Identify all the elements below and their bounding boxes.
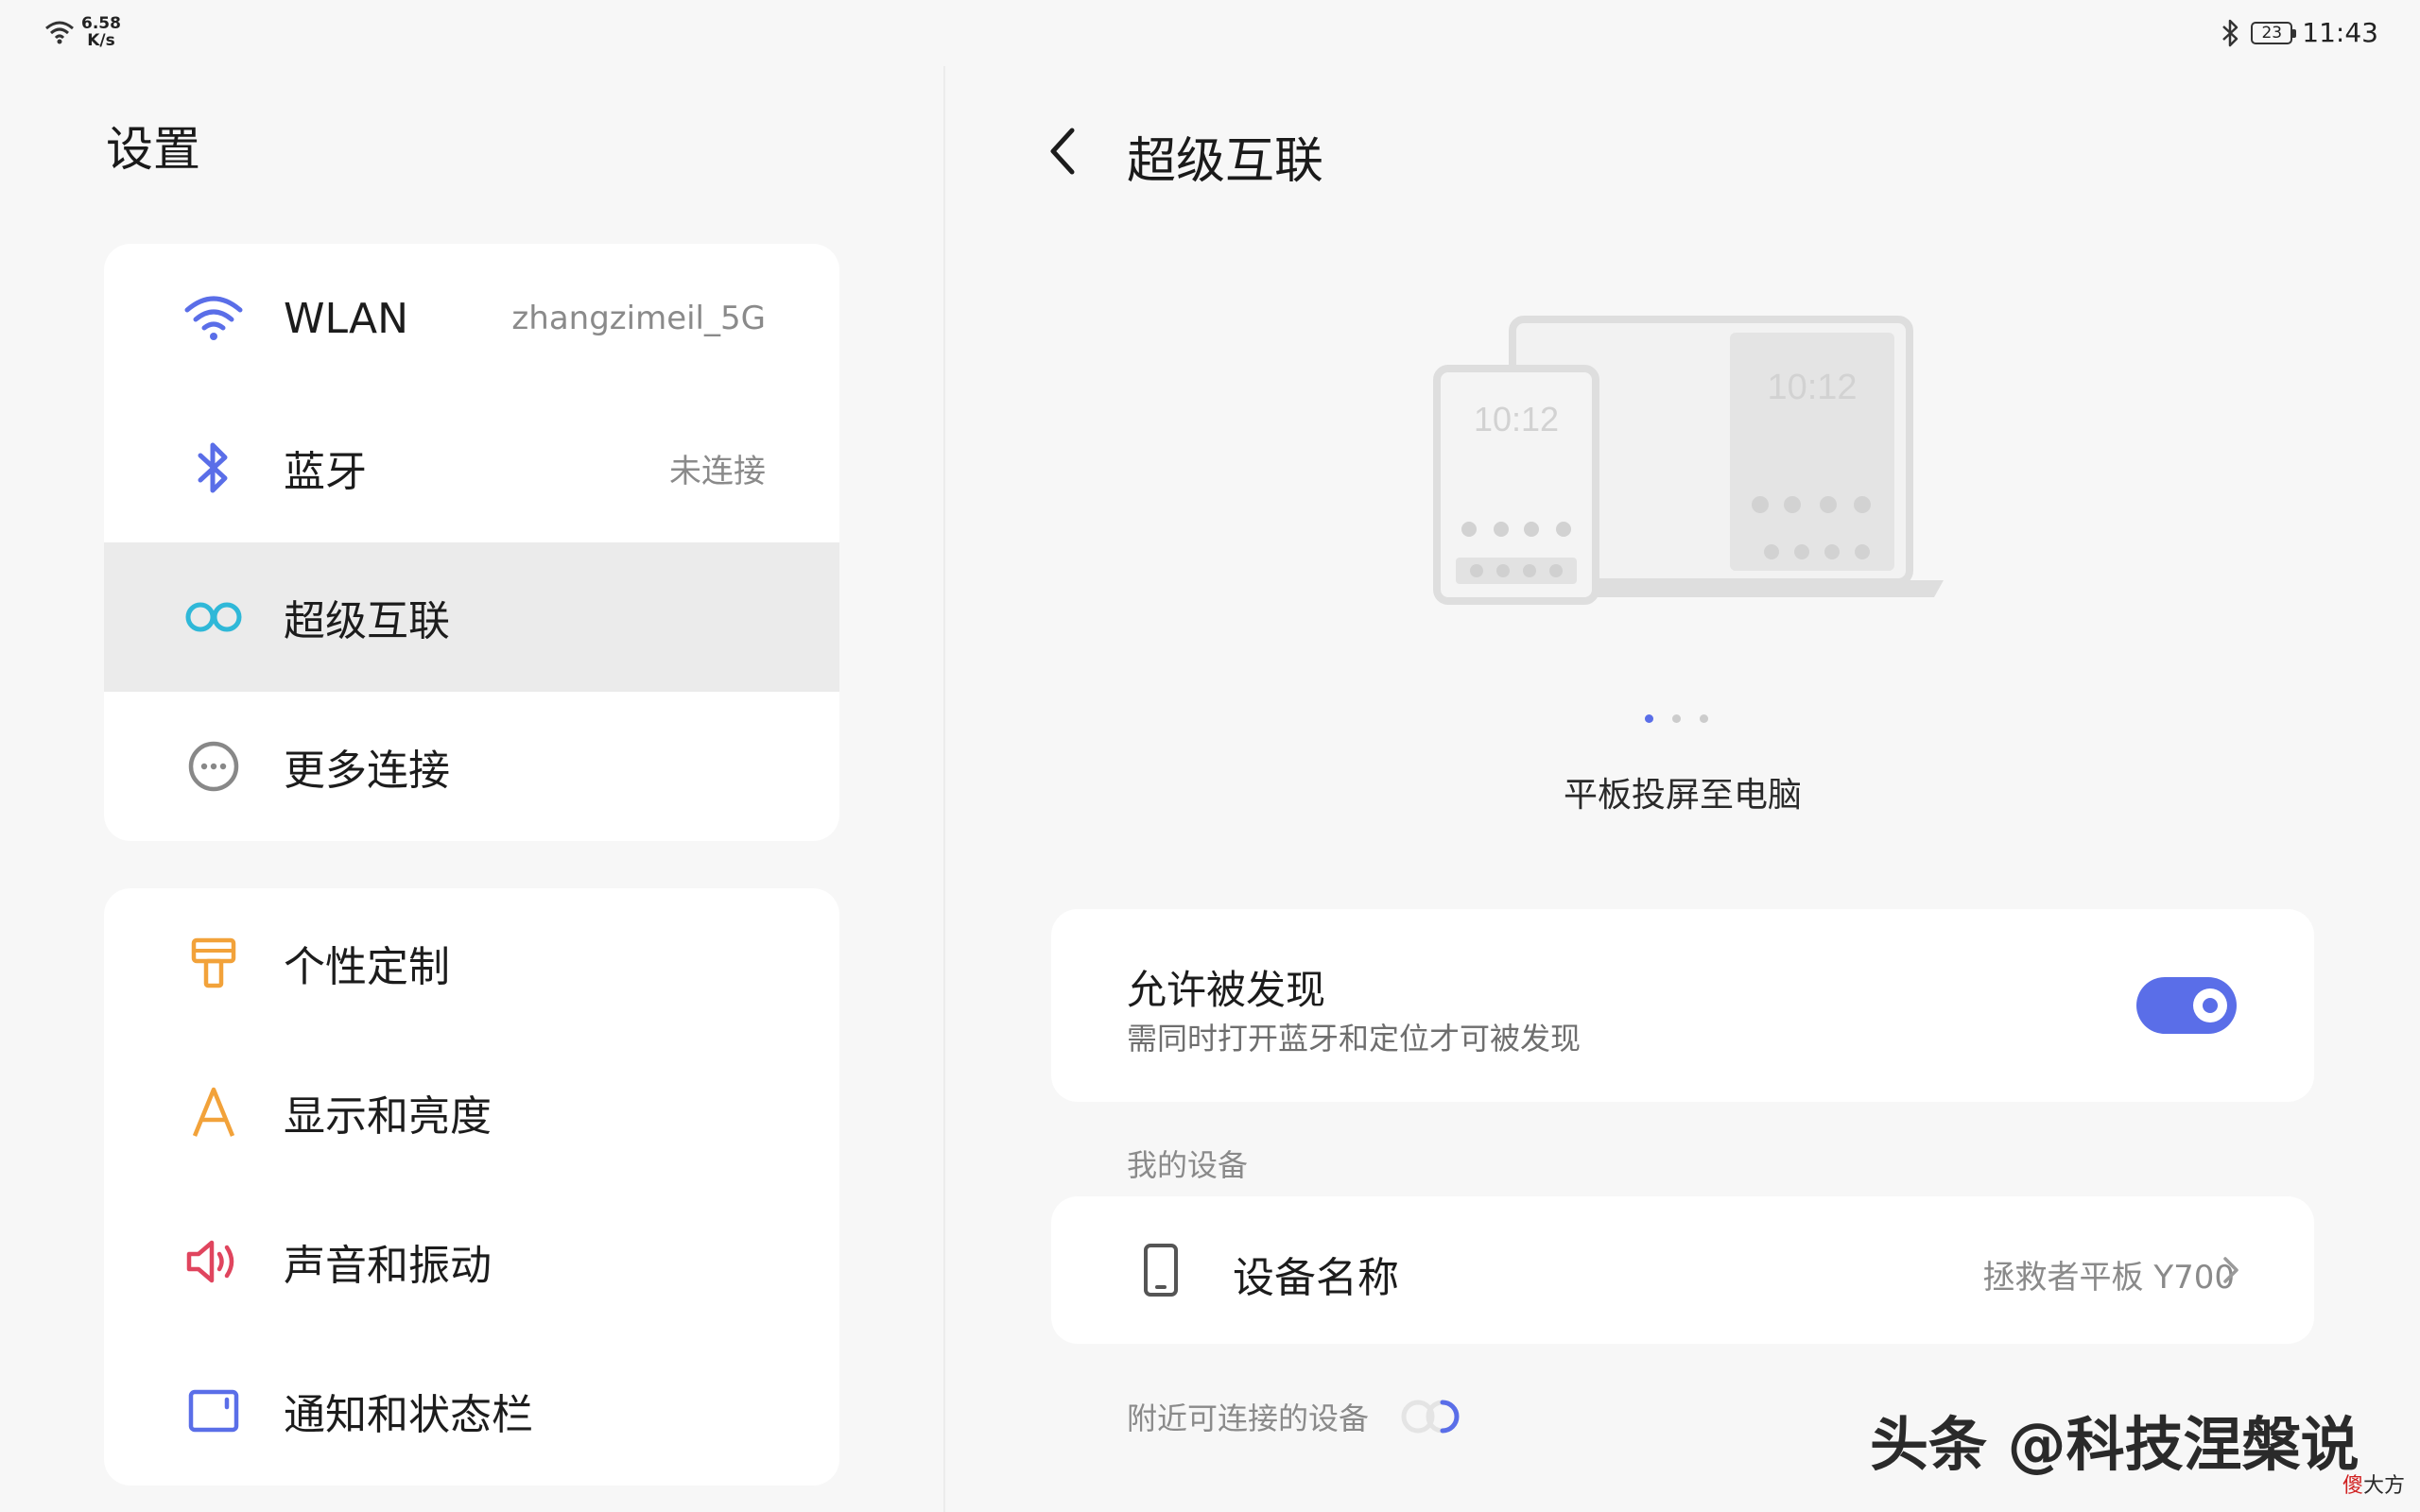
status-clock: 11:43 (2302, 17, 2378, 48)
nearby-devices-header: 附近可连接的设备 (1127, 1395, 1463, 1438)
pane-divider (943, 66, 945, 1512)
settings-item-bluetooth[interactable]: 蓝牙 未连接 (104, 393, 839, 542)
settings-item-label: 蓝牙 (284, 448, 367, 496)
my-devices-header: 我的设备 (1127, 1147, 1249, 1183)
tablet-icon (1144, 1244, 1178, 1297)
settings-item-sound[interactable]: 声音和振动 (104, 1187, 839, 1336)
status-bar-left: 6.58 K/s (43, 15, 121, 49)
link-loop-icon (183, 587, 244, 647)
net-speed-value: 6.58 (81, 14, 121, 33)
discoverable-card: 允许被发现 需同时打开蓝牙和定位才可被发现 (1051, 909, 2314, 1102)
wifi-status-icon (45, 21, 74, 44)
connectivity-card: WLAN zhangzimeil_5G 蓝牙 未连接 超级互联 更多连接 (104, 244, 839, 841)
watermark-text: 头条 @科技涅槃说 (1870, 1410, 2360, 1479)
speaker-icon (183, 1231, 244, 1292)
discoverable-subtitle: 需同时打开蓝牙和定位才可被发现 (1127, 1021, 1582, 1057)
loading-spinner-icon (1401, 1400, 1460, 1434)
settings-item-label: 更多连接 (284, 747, 450, 795)
personalization-card: 个性定制 显示和亮度 声音和振动 通知和状态栏 (104, 888, 839, 1486)
device-name-row[interactable]: 设备名称 拯救者平板 Y700 (1051, 1196, 2314, 1344)
settings-item-label: 显示和亮度 (284, 1092, 492, 1141)
net-speed: 6.58 K/s (81, 15, 121, 49)
watermark-small-rest: 大方 (2362, 1474, 2405, 1498)
more-dots-icon (183, 736, 244, 797)
device-name-label: 设备名称 (1233, 1254, 1399, 1302)
wlan-network-name: zhangzimeil_5G (511, 300, 766, 337)
settings-item-notifications[interactable]: 通知和状态栏 (104, 1336, 839, 1486)
wifi-icon (183, 288, 244, 349)
carousel-indicator[interactable] (1645, 714, 1708, 723)
settings-item-label: 超级互联 (284, 597, 450, 645)
net-speed-unit: K/s (87, 31, 115, 50)
nearby-devices-label: 附近可连接的设备 (1127, 1400, 1370, 1436)
chevron-right-icon (2223, 1257, 2238, 1283)
carousel-dot[interactable] (1700, 714, 1708, 723)
notification-icon (183, 1381, 244, 1441)
settings-item-super-link[interactable]: 超级互联 (104, 542, 839, 692)
discoverable-title: 允许被发现 (1127, 967, 1326, 1013)
carousel-dot-active[interactable] (1645, 714, 1653, 723)
illustration-clock-b: 10:12 (1767, 368, 1857, 407)
bluetooth-status-icon (2222, 19, 2238, 46)
device-name-value: 拯救者平板 Y700 (1982, 1259, 2235, 1297)
settings-item-label: WLAN (284, 294, 409, 343)
bluetooth-icon (183, 438, 244, 498)
back-arrow-icon[interactable] (1040, 123, 1087, 180)
illustration-clock-a: 10:12 (1474, 400, 1559, 438)
bluetooth-status: 未连接 (669, 452, 766, 490)
settings-item-personalize[interactable]: 个性定制 (104, 888, 839, 1038)
settings-item-display[interactable]: 显示和亮度 (104, 1038, 839, 1187)
settings-item-wlan[interactable]: WLAN zhangzimeil_5G (104, 244, 839, 393)
settings-item-label: 通知和状态栏 (284, 1391, 533, 1439)
carousel-dot[interactable] (1672, 714, 1681, 723)
watermark-small: 傻大方 (2342, 1469, 2405, 1499)
watermark-small-red: 傻 (2342, 1474, 2363, 1498)
tablet-to-pc-illustration: 10:12 10:12 (1433, 316, 1944, 605)
letter-a-icon (183, 1082, 244, 1143)
paint-roller-icon (183, 933, 244, 993)
page-title: 超级互联 (1127, 133, 1324, 190)
status-bar-right: 23 11:43 (2221, 17, 2378, 48)
settings-item-more-connections[interactable]: 更多连接 (104, 692, 839, 841)
carousel-caption: 平板投屏至电脑 (1563, 776, 1802, 815)
settings-item-label: 个性定制 (284, 943, 450, 991)
toggle-knob (2193, 988, 2227, 1022)
settings-title: 设置 (106, 122, 200, 177)
settings-item-label: 声音和振动 (284, 1242, 492, 1290)
battery-indicator: 23 (2251, 21, 2297, 44)
discoverable-toggle[interactable] (2136, 977, 2237, 1034)
